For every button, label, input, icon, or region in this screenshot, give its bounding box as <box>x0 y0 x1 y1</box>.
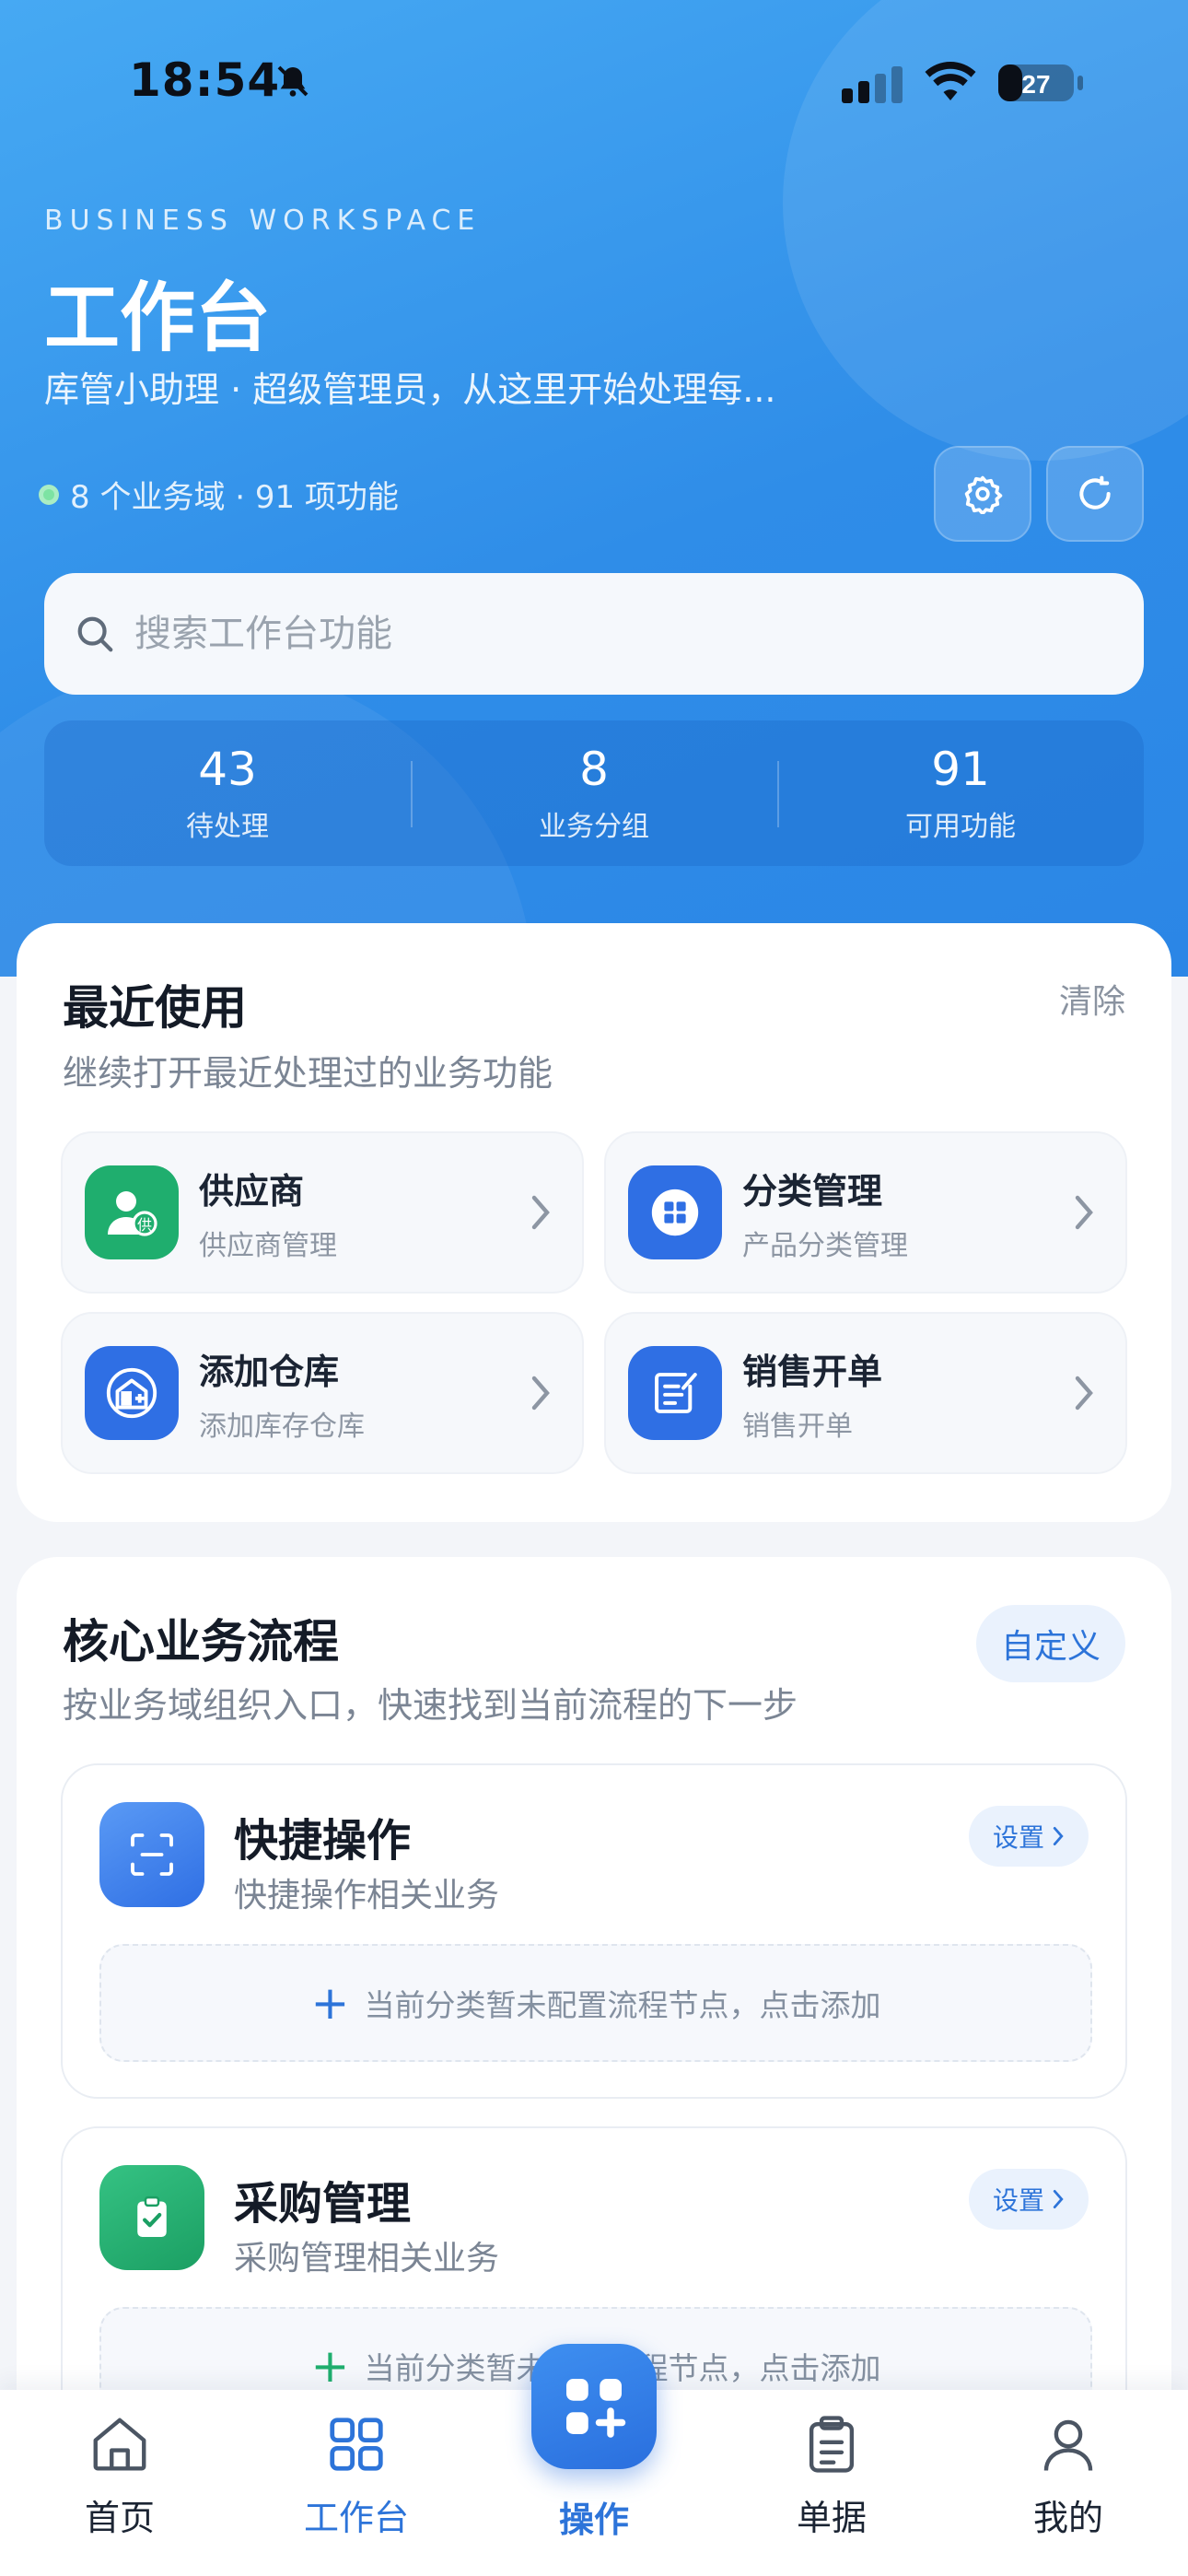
clear-button[interactable]: 清除 <box>1059 975 1125 1023</box>
chevron-right-icon <box>1075 1195 1093 1230</box>
hero-header: 18:54 27 BUSINESS WORKSPACE 工作台 库管小助理 · … <box>0 0 1188 977</box>
item-name: 分类管理 <box>742 1170 883 1212</box>
flow-settings-button[interactable]: 设置 <box>969 2169 1089 2230</box>
add-flow-node-button[interactable]: + 当前分类暂未配置流程节点，点击添加 <box>99 1944 1092 2062</box>
item-name: 销售开单 <box>742 1351 883 1392</box>
warehouse-icon <box>85 1346 179 1440</box>
recent-title: 最近使用 <box>63 981 247 1035</box>
flow-desc: 快捷操作相关业务 <box>234 1877 500 1914</box>
svg-text:供: 供 <box>137 1216 152 1234</box>
core-title: 核心业务流程 <box>63 1615 339 1669</box>
chevron-right-icon <box>1053 1826 1064 1846</box>
item-desc: 添加库存仓库 <box>199 1410 365 1443</box>
status-bar: 18:54 27 <box>0 53 1188 109</box>
page-title: 工作台 <box>44 275 272 362</box>
recent-item-add-warehouse[interactable]: 添加仓库 添加库存仓库 <box>61 1312 584 1474</box>
tab-documents[interactable]: 单据 <box>749 2412 914 2540</box>
settings-button[interactable] <box>934 446 1031 542</box>
tab-label: 我的 <box>1032 2498 1103 2538</box>
chevron-right-icon <box>1053 2189 1064 2209</box>
operate-fab-button[interactable] <box>531 2344 657 2469</box>
refresh-button[interactable] <box>1046 446 1144 542</box>
supplier-icon: 供 <box>85 1165 179 1259</box>
stat-label: 可用功能 <box>905 811 1016 843</box>
empty-hint: 当前分类暂未配置流程节点，点击添加 <box>364 1987 881 2023</box>
recent-subtitle: 继续打开最近处理过的业务功能 <box>63 1053 553 1094</box>
user-icon <box>1043 2419 1093 2471</box>
item-desc: 供应商管理 <box>199 1229 337 1262</box>
chevron-right-icon <box>531 1195 550 1230</box>
add-grid-icon <box>566 2379 626 2438</box>
stat-value: 8 <box>579 743 609 796</box>
stat-label: 待处理 <box>186 811 269 843</box>
search-icon <box>77 616 113 652</box>
status-time: 18:54 <box>129 53 281 107</box>
wifi-icon <box>923 61 978 107</box>
tab-profile[interactable]: 我的 <box>985 2412 1151 2540</box>
category-icon <box>628 1165 722 1259</box>
stat-functions[interactable]: 91 可用功能 <box>777 720 1144 866</box>
tab-label: 单据 <box>796 2498 867 2538</box>
item-desc: 产品分类管理 <box>742 1229 908 1262</box>
battery-level: 27 <box>1021 70 1050 99</box>
gear-icon <box>964 475 1003 514</box>
stat-pending[interactable]: 43 待处理 <box>44 720 411 866</box>
tab-workspace[interactable]: 工作台 <box>274 2412 439 2540</box>
search-bar[interactable] <box>44 573 1144 695</box>
sales-order-icon <box>628 1346 722 1440</box>
status-dot <box>39 484 59 505</box>
recent-card: 最近使用 清除 继续打开最近处理过的业务功能 供 供应商 供应商管理 分类管理 … <box>17 923 1171 1522</box>
item-name: 添加仓库 <box>199 1351 340 1392</box>
recent-item-supplier[interactable]: 供 供应商 供应商管理 <box>61 1131 584 1294</box>
recent-item-sales-order[interactable]: 销售开单 销售开单 <box>604 1312 1127 1474</box>
stat-value: 43 <box>198 743 257 796</box>
stat-label: 业务分组 <box>539 811 649 843</box>
battery-icon: 27 <box>996 61 1085 109</box>
cellular-signal-icon <box>840 64 906 109</box>
plus-icon: + <box>310 1976 350 2030</box>
chevron-right-icon <box>531 1376 550 1411</box>
bell-muted-icon <box>274 63 311 103</box>
stat-groups[interactable]: 8 业务分组 <box>411 720 777 866</box>
tab-label: 工作台 <box>303 2498 409 2538</box>
search-input[interactable] <box>134 613 1055 655</box>
stats-panel: 43 待处理 8 业务分组 91 可用功能 <box>44 720 1144 866</box>
flow-name: 快捷操作 <box>234 1815 412 1867</box>
customize-button[interactable]: 自定义 <box>976 1605 1125 1682</box>
settings-label: 设置 <box>992 1822 1044 1853</box>
flow-settings-button[interactable]: 设置 <box>969 1806 1089 1867</box>
item-desc: 销售开单 <box>742 1410 853 1443</box>
flow-name: 采购管理 <box>234 2178 412 2230</box>
flow-group-quick-actions: 快捷操作 快捷操作相关业务 设置 + 当前分类暂未配置流程节点，点击添加 <box>61 1763 1127 2099</box>
settings-label: 设置 <box>992 2185 1044 2216</box>
tab-operate-label[interactable]: 操作 <box>531 2491 657 2542</box>
hero-meta: 8 个业务域 · 91 项功能 <box>39 472 399 517</box>
scan-icon <box>99 1802 204 1907</box>
item-name: 供应商 <box>199 1170 305 1212</box>
recent-item-category[interactable]: 分类管理 产品分类管理 <box>604 1131 1127 1294</box>
hero-eyebrow: BUSINESS WORKSPACE <box>44 205 482 237</box>
clipboard-check-icon <box>99 2165 204 2270</box>
home-icon <box>93 2418 146 2471</box>
flow-desc: 采购管理相关业务 <box>234 2240 500 2277</box>
stat-value: 91 <box>931 743 990 796</box>
hero-subtitle: 库管小助理 · 超级管理员，从这里开始处理每... <box>44 369 776 410</box>
grid-icon <box>330 2418 383 2471</box>
tab-label: 首页 <box>84 2498 155 2538</box>
hero-meta-text: 8 个业务域 · 91 项功能 <box>70 479 399 516</box>
chevron-right-icon <box>1075 1376 1093 1411</box>
tab-home[interactable]: 首页 <box>37 2412 203 2540</box>
refresh-icon <box>1079 475 1111 509</box>
plus-icon: + <box>310 2339 350 2393</box>
core-subtitle: 按业务域组织入口，快速找到当前流程的下一步 <box>63 1685 798 1726</box>
document-icon <box>809 2416 855 2473</box>
